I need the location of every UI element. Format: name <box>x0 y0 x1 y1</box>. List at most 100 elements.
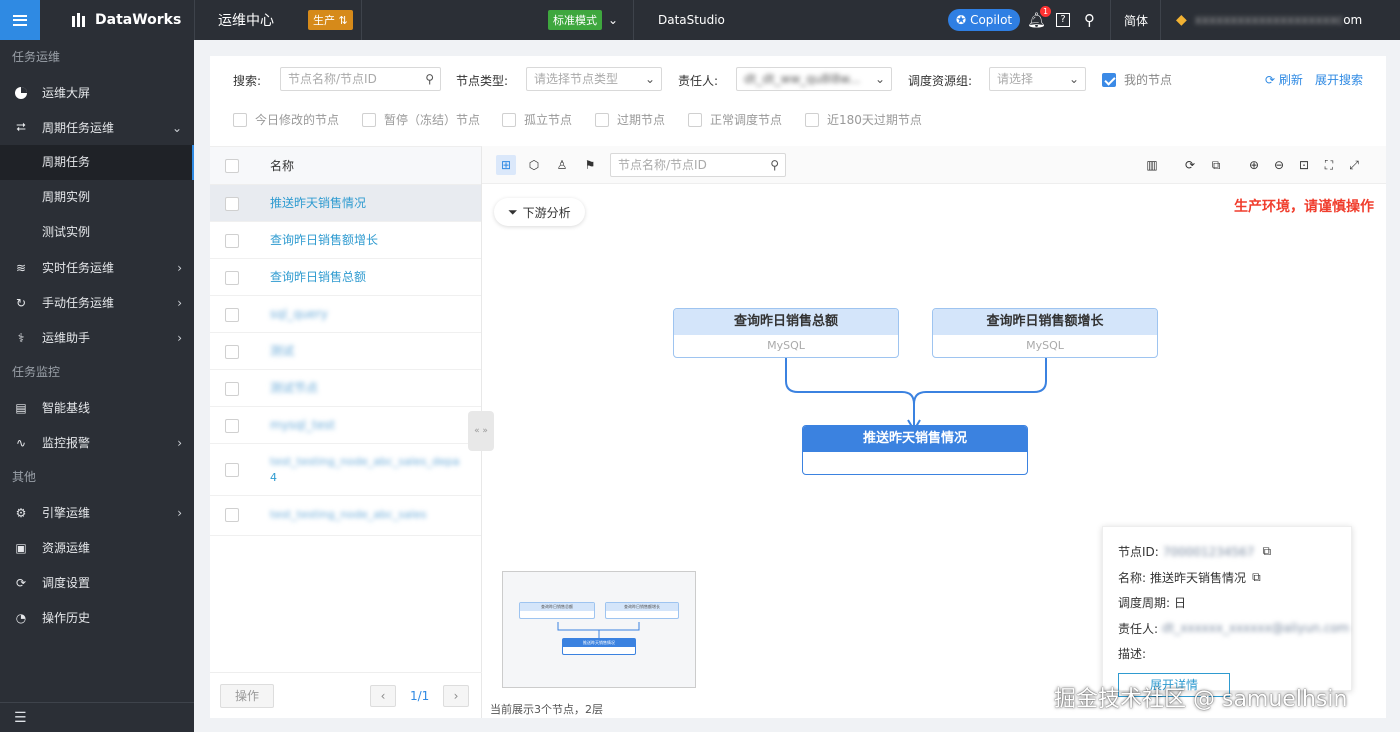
env-switch[interactable]: 生产 ⇅ <box>308 0 353 40</box>
my-nodes-checkbox[interactable]: 我的节点 <box>1102 71 1172 88</box>
row-name[interactable]: test_testing_node_abc_sales_department_y… <box>270 454 460 470</box>
check-modified-today[interactable]: 今日修改的节点 <box>233 111 362 128</box>
sidebar-item-label: 运维助手 <box>42 331 91 345</box>
sidebar-item-dashboard[interactable]: 运维大屏 <box>0 75 194 110</box>
sidebar-collapse-button[interactable]: ☰ <box>0 702 194 732</box>
row-name[interactable]: 推送昨天销售情况 <box>270 185 366 222</box>
cycle-icon: ⮂ <box>16 120 26 134</box>
row-checkbox[interactable] <box>225 234 239 248</box>
next-page-button[interactable]: › <box>443 685 469 707</box>
row-name[interactable]: 测试节点 <box>270 370 318 407</box>
sidebar-item-realtime-ops[interactable]: ≋ 实时任务运维 › <box>0 250 194 285</box>
tools-button[interactable]: ⚲ <box>1084 0 1095 40</box>
help-icon: ? <box>1056 13 1070 27</box>
sidebar-item-ops-assistant[interactable]: ⚕ 运维助手 › <box>0 320 194 355</box>
list-row[interactable]: mysql_test <box>210 407 481 444</box>
language-switch[interactable]: 简体 <box>1124 0 1148 40</box>
row-name[interactable]: sql_query <box>270 296 328 333</box>
sidebar-item-manual-ops[interactable]: ↻ 手动任务运维 › <box>0 285 194 320</box>
list-row[interactable]: 测试 <box>210 333 481 370</box>
row-checkbox[interactable] <box>225 345 239 359</box>
resource-group-select[interactable]: 请选择 ⌄ <box>989 67 1086 91</box>
dag-node[interactable]: 查询昨日销售额增长 MySQL <box>932 308 1158 358</box>
owner-select[interactable]: dt_dt_ww_qu8l8w... ⌄ <box>736 67 892 91</box>
sidebar-item-cycle-ops[interactable]: ⮂ 周期任务运维 ⌄ <box>0 110 194 145</box>
sidebar-item-label: 操作历史 <box>42 611 91 625</box>
row-name[interactable]: mysql_test <box>270 407 335 444</box>
search-icon[interactable]: ⚲ <box>425 68 434 90</box>
sidebar-section-task-ops: 任务运维 <box>12 50 61 64</box>
list-row[interactable]: 推送昨天销售情况 <box>210 185 481 222</box>
expand-search-link[interactable]: 展开搜索 <box>1315 71 1363 88</box>
list-row[interactable]: 查询昨日销售总额 <box>210 259 481 296</box>
dag-node[interactable]: 查询昨日销售总额 MySQL <box>673 308 899 358</box>
wrench-icon: ⚲ <box>1084 11 1095 29</box>
list-row[interactable]: 查询昨日销售额增长 <box>210 222 481 259</box>
check-label: 孤立节点 <box>524 113 573 127</box>
row-checkbox[interactable] <box>225 382 239 396</box>
sidebar-subitem-cycle-instance[interactable]: 周期实例 <box>0 180 194 215</box>
row-checkbox[interactable] <box>225 463 239 477</box>
datastudio-link[interactable]: DataStudio <box>658 0 725 40</box>
watermark: 掘金技术社区 @ samuelhsin <box>1054 687 1348 712</box>
sidebar: 任务运维 运维大屏 ⮂ 周期任务运维 ⌄ 周期任务 周期实例 测试实例 ≋ 实时任务运… <box>0 40 194 732</box>
sidebar-item-history[interactable]: ◔ 操作历史 <box>0 600 194 635</box>
user-menu[interactable]: ◆ xxxxxxxxxxxxxxxxxxxxc om <box>1176 0 1362 40</box>
help-button[interactable]: ? <box>1056 0 1070 40</box>
check-normal[interactable]: 正常调度节点 <box>688 111 805 128</box>
list-row[interactable]: sql_query <box>210 296 481 333</box>
copy-icon[interactable]: ⧉ <box>1252 570 1261 585</box>
action-button[interactable]: 操作 <box>220 683 275 708</box>
check-expired-180[interactable]: 近180天过期节点 <box>805 111 922 128</box>
sidebar-subitem-test-instance[interactable]: 测试实例 <box>0 215 194 250</box>
copy-icon[interactable]: ⧉ <box>1262 544 1271 559</box>
search-label: 搜索: <box>233 74 262 88</box>
sidebar-section-monitor: 任务监控 <box>12 365 61 379</box>
checkbox-icon <box>688 112 702 127</box>
check-isolated[interactable]: 孤立节点 <box>502 111 595 128</box>
select-all-checkbox[interactable] <box>225 158 239 173</box>
row-checkbox[interactable] <box>225 271 239 285</box>
check-expired[interactable]: 过期节点 <box>595 111 688 128</box>
notification-button[interactable]: 🔔︎ 1 <box>1027 0 1052 40</box>
history-icon: ◔ <box>15 610 27 625</box>
menu-toggle-button[interactable] <box>0 0 40 40</box>
logo[interactable]: DataWorks <box>72 0 181 40</box>
manual-icon: ↻ <box>15 295 27 310</box>
sidebar-item-baseline[interactable]: ▤ 智能基线 <box>0 390 194 425</box>
refresh-button[interactable]: ⟳ 刷新 <box>1265 71 1303 88</box>
row-checkbox[interactable] <box>225 419 239 433</box>
row-name[interactable]: 测试 <box>270 333 294 370</box>
row-checkbox[interactable] <box>225 197 239 211</box>
panel-collapse-handle[interactable]: « » <box>468 411 494 451</box>
dag-node-selected[interactable]: 推送昨天销售情况 <box>802 425 1028 475</box>
sidebar-item-schedule-settings[interactable]: ⟳ 调度设置 <box>0 565 194 600</box>
mode-switch[interactable]: 标准模式 ⌄ <box>548 0 618 40</box>
row-name[interactable]: 查询昨日销售额增长 <box>270 222 378 259</box>
minimap[interactable]: 查询昨日销售总额 查询昨日销售额增长 推送昨天销售情况 <box>502 571 696 688</box>
list-row[interactable]: 测试节点 <box>210 370 481 407</box>
sidebar-subitem-cycle-task[interactable]: 周期任务 <box>0 145 194 180</box>
sidebar-item-engine-ops[interactable]: ⚙ 引擎运维 › <box>0 495 194 530</box>
row-checkbox[interactable] <box>225 508 239 522</box>
sidebar-item-label: 智能基线 <box>42 401 91 415</box>
info-cycle-value: 日 <box>1174 596 1187 611</box>
module-title[interactable]: 运维中心 <box>218 0 274 40</box>
sidebar-item-alarm[interactable]: ∿ 监控报警 › <box>0 425 194 460</box>
check-paused[interactable]: 暂停（冻结）节点 <box>362 111 502 128</box>
search-input[interactable]: 节点名称/节点ID ⚲ <box>280 67 441 91</box>
chevron-down-icon: ⌄ <box>171 121 182 135</box>
dag-node-title: 查询昨日销售总额 <box>674 309 898 335</box>
sidebar-item-resource-ops[interactable]: ▣ 资源运维 <box>0 530 194 565</box>
chevron-right-icon: › <box>177 261 182 275</box>
row-name[interactable]: test_testing_node_abc_sales <box>270 496 427 533</box>
list-row[interactable]: test_testing_node_abc_sales <box>210 496 481 536</box>
prev-page-button[interactable]: ‹ <box>370 685 396 707</box>
row-checkbox[interactable] <box>225 308 239 322</box>
list-row[interactable]: test_testing_node_abc_sales_department_y… <box>210 444 481 496</box>
chevron-right-icon: › <box>177 331 182 345</box>
top-navbar: DataWorks 运维中心 生产 ⇅ 标准模式 ⌄ DataStudio ✪ Co… <box>0 0 1400 40</box>
copilot-button[interactable]: ✪ Copilot <box>948 0 1021 40</box>
node-type-select[interactable]: 请选择节点类型 ⌄ <box>526 67 662 91</box>
row-name[interactable]: 查询昨日销售总额 <box>270 259 366 296</box>
